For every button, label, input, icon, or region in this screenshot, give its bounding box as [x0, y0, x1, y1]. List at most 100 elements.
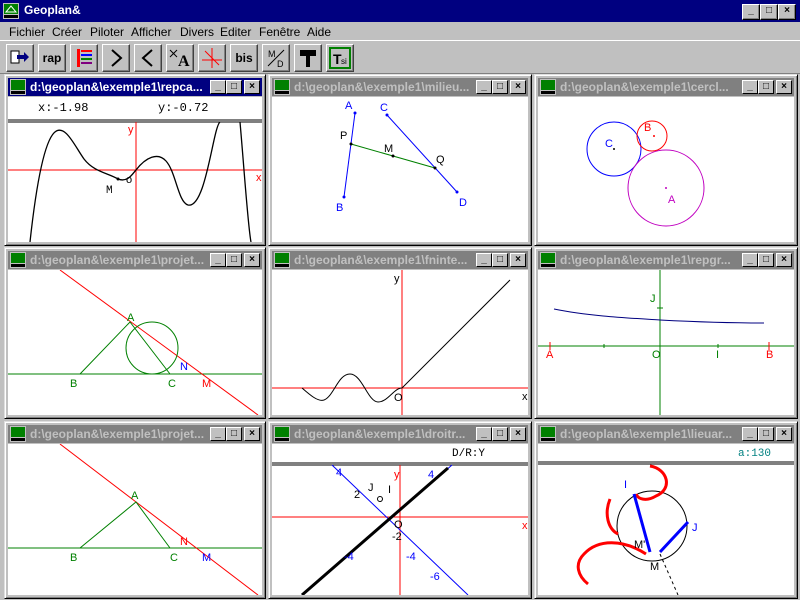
close-button[interactable]: × — [244, 253, 260, 267]
md-icon: MD — [267, 49, 285, 69]
figure-area[interactable]: x:-1.98 y:-0.72 x y o M — [8, 97, 262, 242]
curve-path — [29, 121, 221, 242]
segment-mj — [658, 520, 690, 554]
bis-button[interactable]: bis — [230, 44, 258, 72]
mdi-window-lieuar[interactable]: d:\geoplan&\exemple1\lieuar... _ □ × a:1… — [534, 421, 798, 599]
figure-area[interactable]: a:130 I J M M' — [538, 444, 794, 595]
close-button[interactable]: × — [244, 80, 260, 94]
hammer-button[interactable] — [294, 44, 322, 72]
circles-figure: C B A — [586, 120, 705, 227]
close-button[interactable]: × — [244, 427, 260, 441]
dashed-line — [659, 553, 679, 595]
axes-tool-button[interactable] — [198, 44, 226, 72]
mdi-title-bar[interactable]: d:\geoplan&\exemple1\fninte... _ □ × — [272, 251, 528, 269]
figure-area[interactable]: A B C N M — [8, 270, 262, 415]
close-button[interactable]: × — [510, 253, 526, 267]
x-readout: x:-1.98 — [38, 101, 88, 115]
menu-piloter[interactable]: Piloter — [90, 25, 124, 39]
close-button[interactable]: × — [776, 253, 792, 267]
doc-window-icon — [274, 426, 290, 442]
mdi-title-bar[interactable]: d:\geoplan&\exemple1\repgr... _ □ × — [538, 251, 794, 269]
menu-divers[interactable]: Divers — [180, 25, 214, 39]
locus-arc-top — [634, 464, 668, 501]
label-minus-4: -4 — [344, 551, 354, 563]
menu-aide[interactable]: Aide — [307, 25, 331, 39]
maximize-button[interactable]: □ — [758, 253, 774, 267]
minimize-button[interactable]: _ — [742, 253, 758, 267]
mdi-title-bar[interactable]: d:\geoplan&\exemple1\lieuar... _ □ × — [538, 425, 794, 443]
app-maximize-button[interactable]: □ — [760, 4, 778, 20]
mdi-window-milieu[interactable]: d:\geoplan&\exemple1\milieu... _ □ × A B… — [268, 74, 532, 246]
mdi-title-bar[interactable]: d:\geoplan&\exemple1\droitr... _ □ × — [272, 425, 528, 443]
maximize-button[interactable]: □ — [492, 427, 508, 441]
minimize-button[interactable]: _ — [476, 253, 492, 267]
previous-button[interactable] — [134, 44, 162, 72]
chevron-left-icon — [141, 49, 153, 67]
mdi-title-bar[interactable]: d:\geoplan&\exemple1\repca... _ □ × — [8, 78, 262, 96]
figure-area[interactable]: D/R:Y 4 2 -2 -4 -4 -6 4 y x O I J — [272, 444, 528, 595]
minimize-button[interactable]: _ — [210, 80, 226, 94]
export-button[interactable] — [6, 44, 34, 72]
close-button[interactable]: × — [776, 80, 792, 94]
minimize-button[interactable]: _ — [742, 80, 758, 94]
test-si-button[interactable]: Tsi — [326, 44, 354, 72]
segment-cd — [386, 114, 458, 193]
app-close-button[interactable]: × — [778, 4, 796, 20]
mdi-window-projet-2[interactable]: d:\geoplan&\exemple1\projet... _ □ × A B… — [4, 421, 266, 599]
window-title: d:\geoplan&\exemple1\projet... — [30, 427, 205, 441]
label-b: B — [336, 202, 343, 214]
close-button[interactable]: × — [510, 427, 526, 441]
color-lines-button[interactable] — [70, 44, 98, 72]
mdi-window-repgr[interactable]: d:\geoplan&\exemple1\repgr... _ □ × A B … — [534, 247, 798, 419]
maximize-button[interactable]: □ — [226, 253, 242, 267]
rap-button[interactable]: rap — [38, 44, 66, 72]
maximize-button[interactable]: □ — [492, 253, 508, 267]
md-button[interactable]: MD — [262, 44, 290, 72]
svg-text:D: D — [277, 59, 284, 69]
mdi-title-bar[interactable]: d:\geoplan&\exemple1\projet... _ □ × — [8, 425, 262, 443]
mdi-window-cercles[interactable]: d:\geoplan&\exemple1\cercl... _ □ × C B … — [534, 74, 798, 246]
figure-area[interactable]: C B A — [538, 97, 794, 242]
figure-area[interactable]: A B O I J — [538, 270, 794, 415]
menu-fenetre[interactable]: Fenêtre — [259, 25, 300, 39]
app-minimize-button[interactable]: _ — [742, 4, 760, 20]
figure-area[interactable]: A B C D P M Q — [272, 97, 528, 242]
maximize-button[interactable]: □ — [226, 427, 242, 441]
figure-area[interactable]: x y O — [272, 270, 528, 415]
chevron-right-icon — [111, 49, 123, 67]
mdi-window-fninte[interactable]: d:\geoplan&\exemple1\fninte... _ □ × x y… — [268, 247, 532, 419]
maximize-button[interactable]: □ — [758, 80, 774, 94]
mdi-title-bar[interactable]: d:\geoplan&\exemple1\cercl... _ □ × — [538, 78, 794, 96]
origin-label: O — [394, 519, 403, 531]
menu-editer[interactable]: Editer — [220, 25, 251, 39]
minimize-button[interactable]: _ — [742, 427, 758, 441]
mdi-window-droitr[interactable]: d:\geoplan&\exemple1\droitr... _ □ × D/R… — [268, 421, 532, 599]
label-a: A — [345, 100, 353, 112]
segment-ab — [343, 112, 356, 198]
minimize-button[interactable]: _ — [476, 427, 492, 441]
label-q: Q — [436, 154, 445, 166]
maximize-button[interactable]: □ — [226, 80, 242, 94]
label-p: P — [340, 130, 347, 142]
window-title: d:\geoplan&\exemple1\repca... — [30, 80, 203, 94]
label-c: C — [605, 138, 613, 150]
menu-afficher[interactable]: Afficher — [131, 25, 171, 39]
mdi-window-repcart[interactable]: d:\geoplan&\exemple1\repca... _ □ × x:-1… — [4, 74, 266, 246]
menu-fichier[interactable]: Fichier — [9, 25, 45, 39]
next-button[interactable] — [102, 44, 130, 72]
toolbar: rap A bis MD Tsi — [0, 40, 800, 74]
maximize-button[interactable]: □ — [758, 427, 774, 441]
close-button[interactable]: × — [776, 427, 792, 441]
projection-figure: A B C N M — [8, 270, 262, 415]
close-button[interactable]: × — [510, 80, 526, 94]
mdi-title-bar[interactable]: d:\geoplan&\exemple1\milieu... _ □ × — [272, 78, 528, 96]
mdi-title-bar[interactable]: d:\geoplan&\exemple1\projet... _ □ × — [8, 251, 262, 269]
mdi-window-projet-1[interactable]: d:\geoplan&\exemple1\projet... _ □ × A B… — [4, 247, 266, 419]
text-tool-button[interactable]: A — [166, 44, 194, 72]
maximize-button[interactable]: □ — [492, 80, 508, 94]
figure-area[interactable]: A B C N M — [8, 444, 262, 595]
minimize-button[interactable]: _ — [210, 253, 226, 267]
menu-creer[interactable]: Créer — [52, 25, 82, 39]
minimize-button[interactable]: _ — [210, 427, 226, 441]
minimize-button[interactable]: _ — [476, 80, 492, 94]
